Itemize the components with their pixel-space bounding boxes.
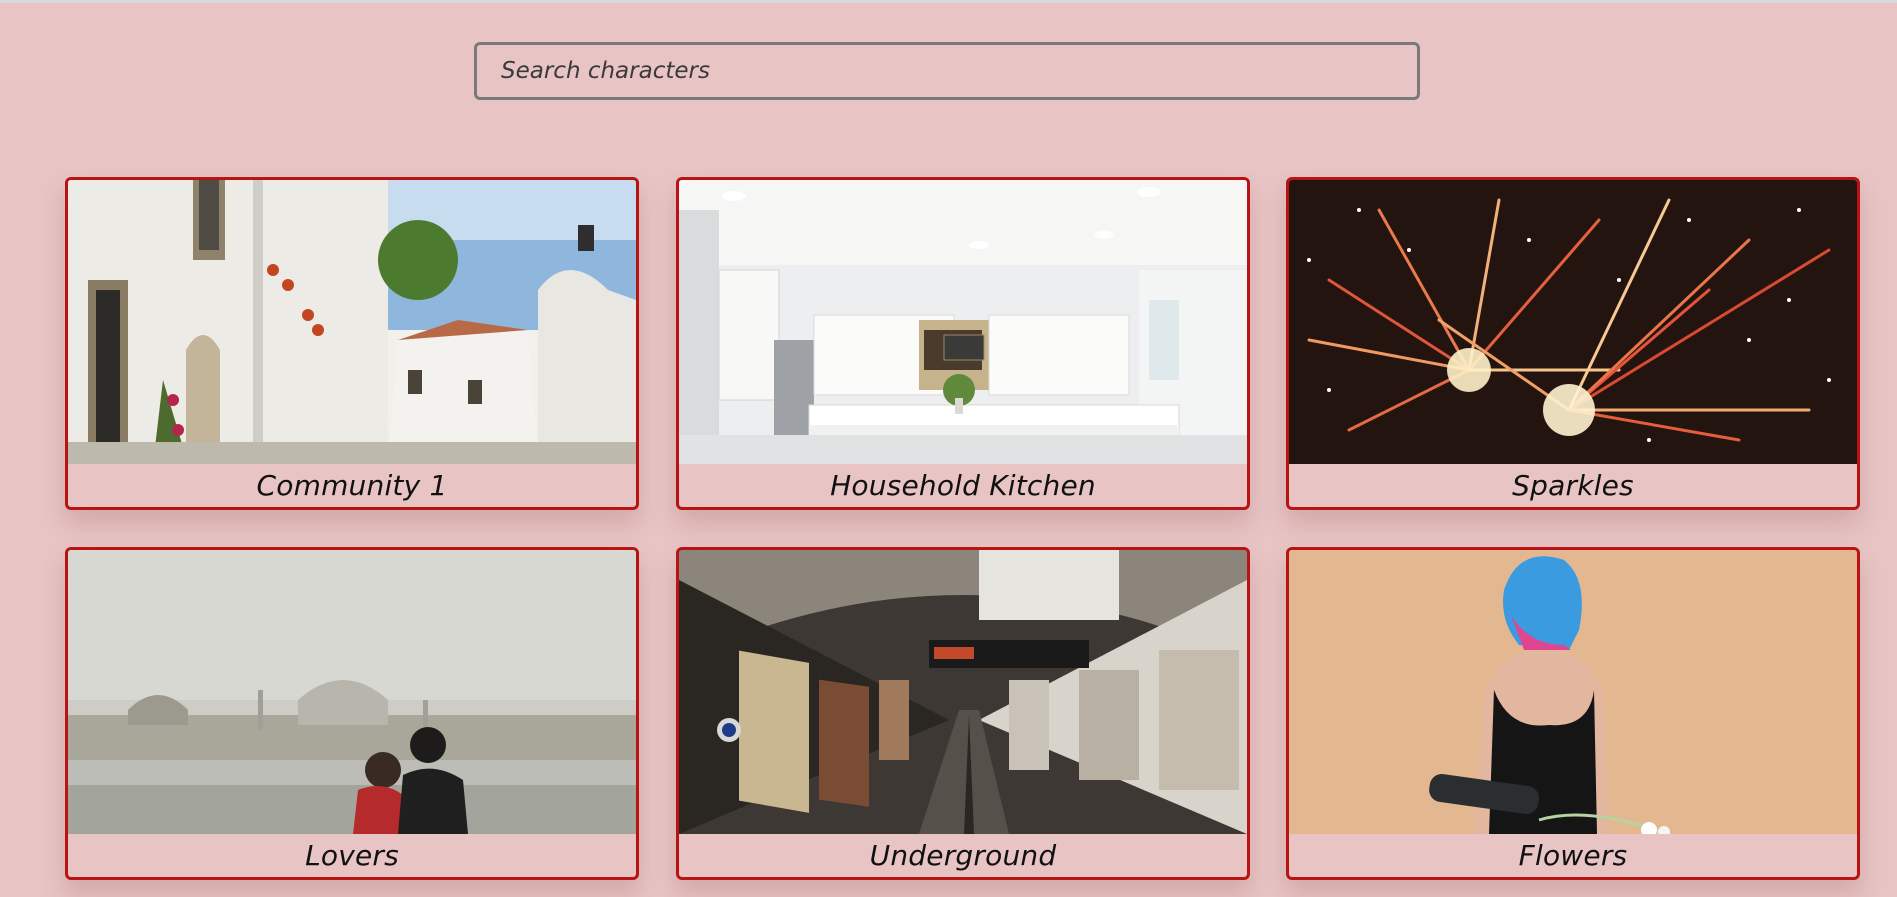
card-flowers[interactable]: Flowers — [1286, 547, 1860, 880]
card-image — [679, 180, 1247, 464]
search-input[interactable] — [477, 45, 1417, 97]
card-underground[interactable]: Underground — [676, 547, 1250, 880]
card-sparkles[interactable]: Sparkles — [1286, 177, 1860, 510]
card-image — [679, 550, 1247, 834]
card-title: Lovers — [305, 839, 399, 872]
card-title: Household Kitchen — [830, 469, 1096, 502]
card-title: Community 1 — [256, 469, 448, 502]
card-image — [68, 550, 636, 834]
card-image — [68, 180, 636, 464]
card-household-kitchen[interactable]: Household Kitchen — [676, 177, 1250, 510]
search-bar[interactable] — [474, 42, 1420, 100]
card-title: Sparkles — [1512, 469, 1634, 502]
card-lovers[interactable]: Lovers — [65, 547, 639, 880]
card-title: Flowers — [1518, 839, 1628, 872]
card-image — [1289, 180, 1857, 464]
card-title: Underground — [869, 839, 1057, 872]
card-image — [1289, 550, 1857, 834]
card-community-1[interactable]: Community 1 — [65, 177, 639, 510]
